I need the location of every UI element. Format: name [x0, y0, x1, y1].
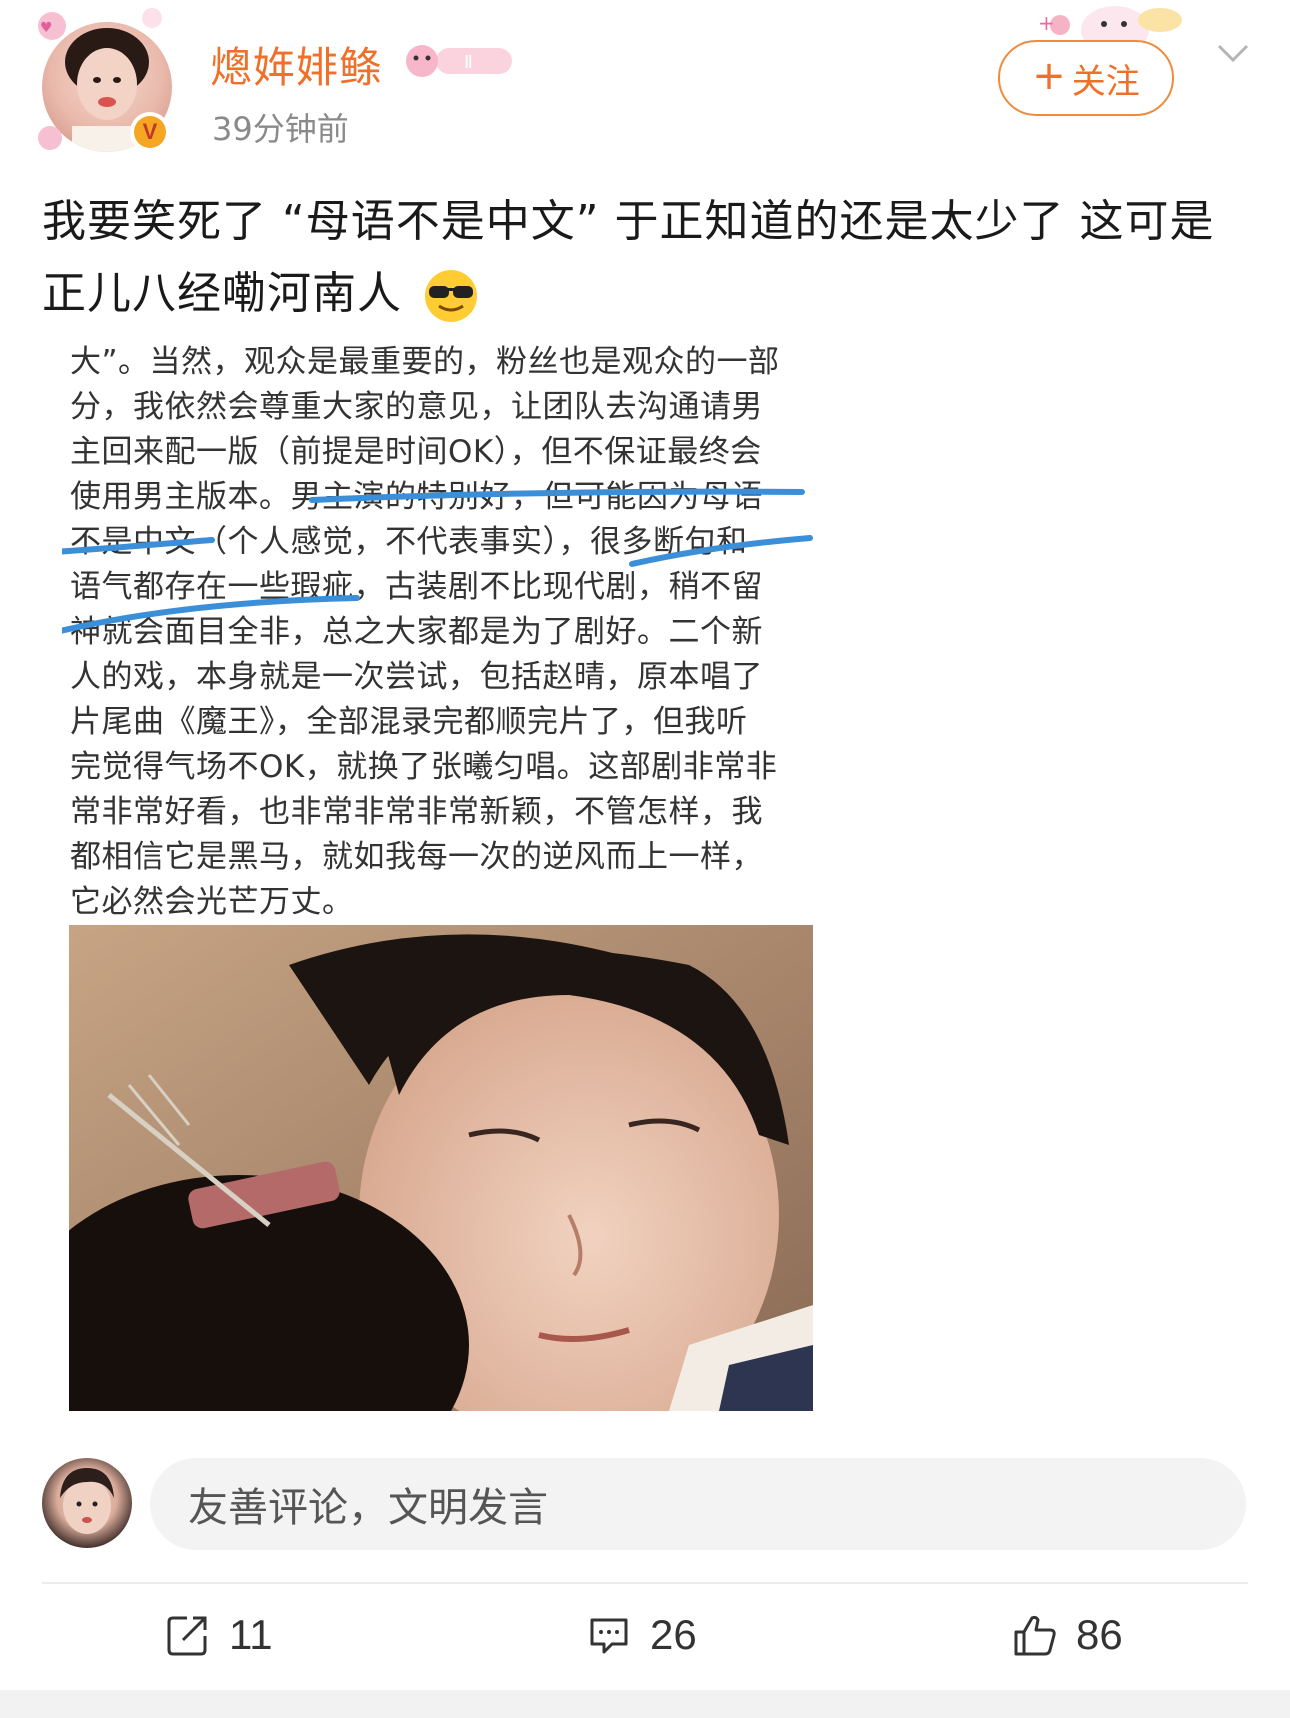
follow-button[interactable]: + 关注 [998, 40, 1174, 116]
follow-button-label: 关注 [1071, 61, 1140, 102]
quoted-line: 分，我依然会尊重大家的意见，让团队去沟通请男 [70, 389, 763, 425]
chevron-down-icon[interactable] [1215, 40, 1251, 68]
comment-icon [590, 1618, 628, 1654]
quoted-line: 大”。当然，观众是最重要的，粉丝也是观众的一部 [70, 344, 780, 380]
post-timestamp: 39分钟前 [212, 110, 349, 148]
level-badge: Ⅱ [406, 45, 512, 77]
quoted-line: 语气都存在一些瑕疵，古装剧不比现代剧，稍不留 [70, 569, 763, 605]
quoted-line: 常非常好看，也非常非常非常新颖，不管怎样，我 [70, 794, 763, 830]
quoted-line: 都相信它是黑马，就如我每一次的逆风而上一样， [70, 839, 763, 875]
quoted-screenshot[interactable]: 大”。当然，观众是最重要的，粉丝也是观众的一部 分，我依然会尊重大家的意见，让团… [62, 340, 822, 920]
sunglasses-emoji-icon [425, 270, 477, 322]
verified-icon: V [134, 116, 166, 148]
plus-icon: + [1032, 53, 1066, 99]
post-body: 我要笑死了 “母语不是中文” 于正知道的还是太少了 这可是正儿八经嘞河南人 [42, 186, 1242, 330]
repost-button[interactable]: 11 [165, 1605, 273, 1665]
user-portrait-icon [60, 1468, 114, 1534]
share-icon [167, 1616, 207, 1656]
like-button[interactable]: 86 [1012, 1605, 1123, 1665]
quoted-line: 神就会面目全非，总之大家都是为了剧好。二个新 [70, 614, 763, 650]
quoted-line: 不是中文（个人感觉，不代表事实），很多断句和 [70, 524, 748, 560]
svg-text:+: + [1038, 11, 1055, 35]
comment-button[interactable]: 26 [586, 1605, 697, 1665]
svg-text:♥: ♥ [40, 20, 53, 36]
comment-input[interactable]: 友善评论，文明发言 [150, 1458, 1246, 1550]
comment-count: 26 [650, 1611, 697, 1658]
quoted-line: 完觉得气场不OK，就换了张曦匀唱。这部剧非常非 [70, 749, 778, 785]
divider [42, 1582, 1248, 1584]
quoted-line: 主回来配一版（前提是时间OK），但不保证最终会 [70, 434, 762, 470]
bottom-bar [0, 1690, 1290, 1718]
post-image[interactable] [69, 925, 813, 1411]
quoted-line: 片尾曲《魔王》，全部混录完都顺完片了，但我听 [70, 704, 748, 740]
quoted-line: 人的戏，本身就是一次尝试，包括赵晴，原本唱了 [70, 659, 763, 695]
like-count: 86 [1076, 1611, 1123, 1658]
thumbs-up-icon [1014, 1615, 1056, 1656]
verified-badge: V [130, 112, 170, 152]
post-text: 我要笑死了 “母语不是中文” 于正知道的还是太少了 这可是正儿八经嘞河南人 [42, 196, 1215, 319]
quoted-line: 它必然会光芒万丈。 [70, 884, 354, 920]
username[interactable]: 熜姩婔鲦 [210, 34, 382, 95]
repost-count: 11 [229, 1611, 273, 1658]
quoted-screenshot-text: 大”。当然，观众是最重要的，粉丝也是观众的一部 分，我依然会尊重大家的意见，让团… [70, 340, 822, 920]
quoted-line: 使用男主版本。男主演的特别好，但可能因为母语 [70, 479, 763, 515]
level-badge-text: Ⅱ [464, 52, 473, 73]
current-user-avatar[interactable] [42, 1458, 132, 1548]
drama-still-image-icon [69, 925, 813, 1411]
